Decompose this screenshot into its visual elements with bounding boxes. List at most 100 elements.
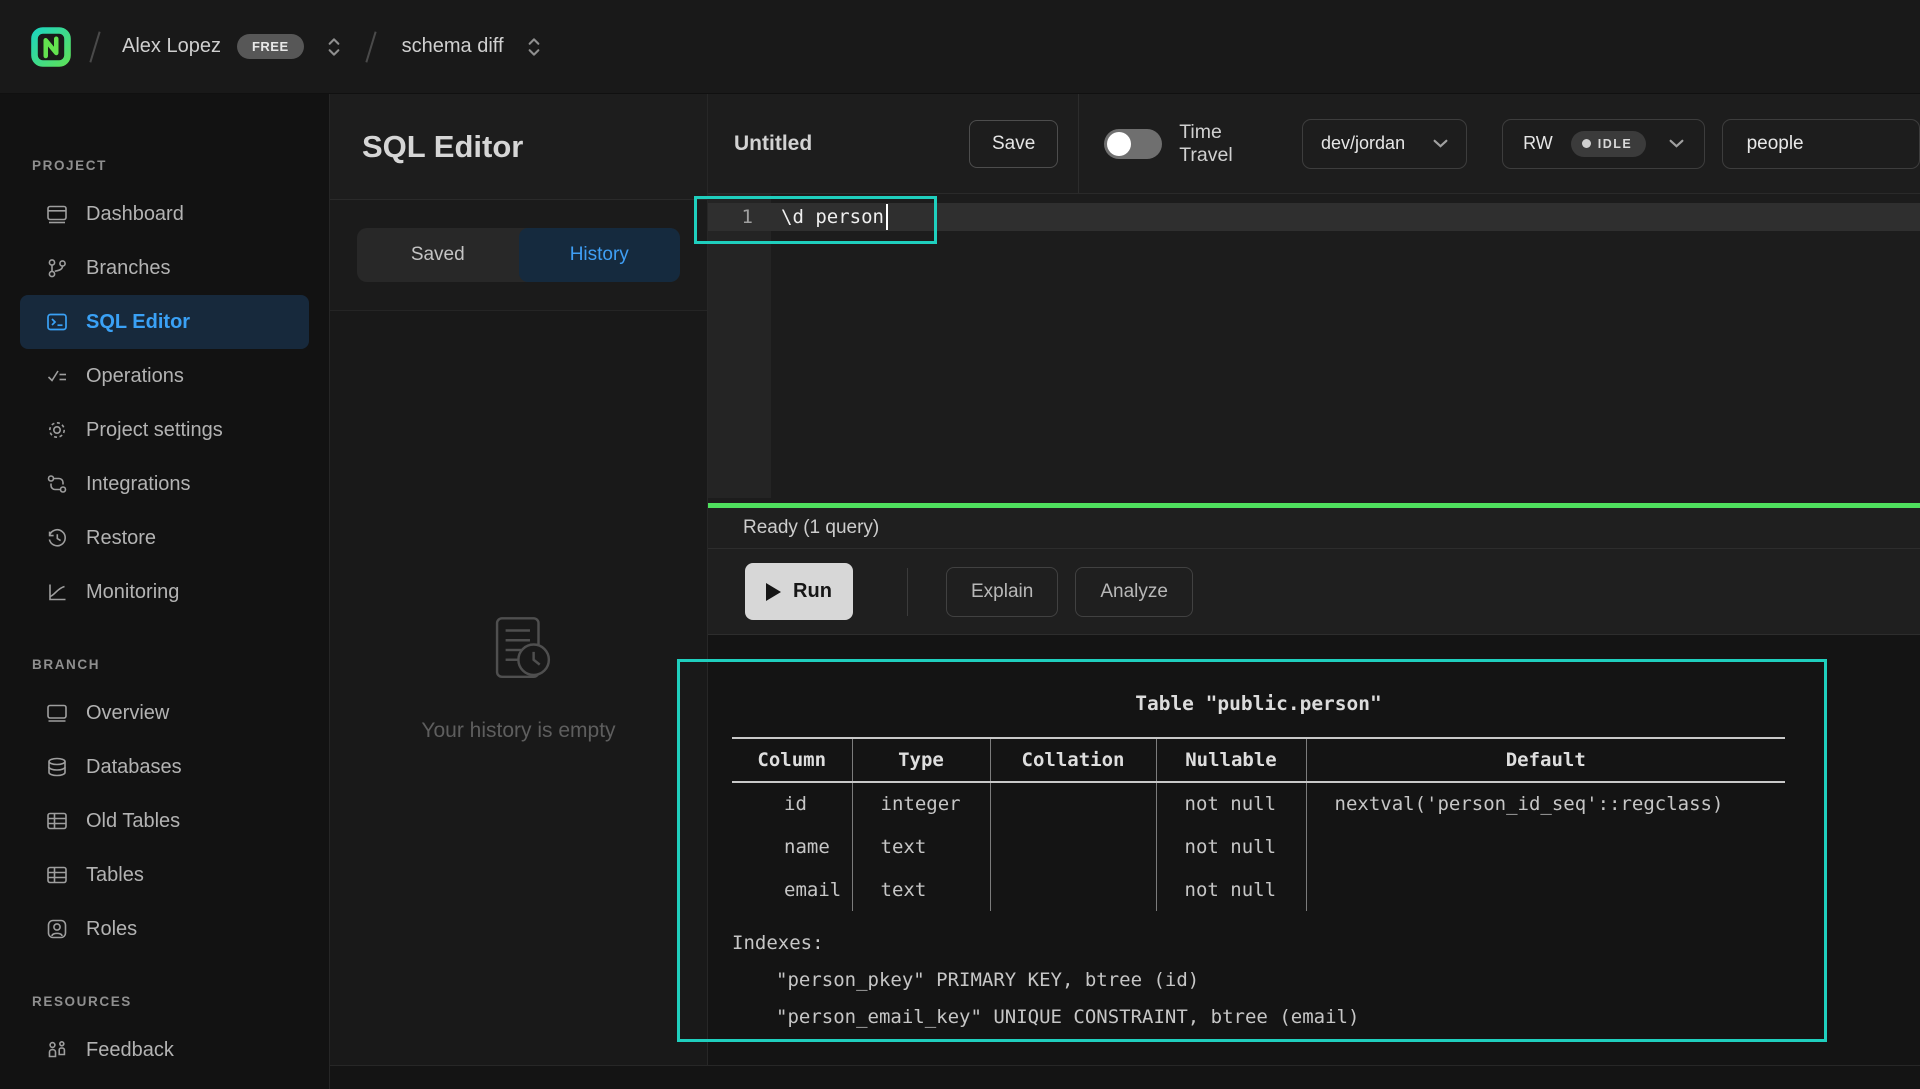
cell [990, 868, 1156, 911]
compute-select-label: RW [1523, 133, 1553, 154]
account-switcher-chevron-icon[interactable] [326, 35, 342, 59]
save-button[interactable]: Save [969, 120, 1058, 168]
sidebar-item-label: Dashboard [86, 203, 184, 226]
sidebar-item-project-settings[interactable]: Project settings [0, 403, 329, 457]
column-header: Nullable [1156, 738, 1306, 782]
breadcrumb-project[interactable]: schema diff [402, 35, 504, 58]
breadcrumb-account[interactable]: Alex Lopez [122, 35, 221, 58]
text-cursor [886, 204, 888, 230]
sidebar-item-label: Integrations [86, 473, 191, 496]
explain-button[interactable]: Explain [946, 567, 1058, 617]
cell: not null [1156, 782, 1306, 825]
sidebar-item-old-tables[interactable]: Old Tables [0, 794, 329, 848]
result-table: Column Type Collation Nullable Default i… [732, 737, 1785, 911]
branch-select[interactable]: dev/jordan [1302, 119, 1467, 169]
cell: text [852, 825, 990, 868]
sidebar-item-sql-editor[interactable]: SQL Editor [20, 295, 309, 349]
index-entry: "person_email_key" UNIQUE CONSTRAINT, bt… [732, 999, 1785, 1036]
tabs-wrap: Saved History [330, 200, 707, 311]
sidebar-item-label: Feedback [86, 1039, 174, 1062]
sidebar-item-label: Branches [86, 257, 171, 280]
editor-active-line [708, 203, 1920, 231]
monitoring-icon [45, 580, 69, 604]
sidebar-item-restore[interactable]: Restore [0, 511, 329, 565]
cell: nextval('person_id_seq'::regclass) [1306, 782, 1785, 825]
sidebar-item-label: Operations [86, 365, 184, 388]
branches-icon [45, 256, 69, 280]
cell [1306, 868, 1785, 911]
cell [1306, 825, 1785, 868]
sidebar-item-operations[interactable]: Operations [0, 349, 329, 403]
neon-logo-icon[interactable] [30, 24, 72, 70]
status-dot-icon [1582, 139, 1591, 148]
actions-divider [907, 568, 908, 616]
editor-gutter [708, 194, 771, 498]
sidebar-item-label: Tables [86, 864, 144, 887]
sidebar-item-tables[interactable]: Tables [0, 848, 329, 902]
query-workspace: Untitled Save Time Travel dev/jordan RW … [707, 94, 1920, 1089]
query-actions: Run Explain Analyze [708, 548, 1920, 635]
chevron-down-icon [1433, 139, 1448, 148]
history-empty-icon [480, 611, 558, 689]
page-title: SQL Editor [362, 129, 523, 165]
cell [990, 782, 1156, 825]
gear-icon [45, 418, 69, 442]
index-entry: "person_pkey" PRIMARY KEY, btree (id) [732, 962, 1785, 999]
time-travel-toggle[interactable] [1104, 129, 1162, 159]
results-output: Table "public.person" Column Type Collat… [732, 692, 1785, 1036]
sidebar-section-branch: BRANCH [32, 657, 329, 672]
chevron-down-icon [1669, 139, 1684, 148]
branch-select-value: dev/jordan [1321, 133, 1405, 154]
sidebar-item-label: SQL Editor [86, 311, 190, 334]
toggle-knob [1107, 132, 1131, 156]
plan-badge: FREE [237, 34, 304, 59]
table-icon [45, 809, 69, 833]
cell: id [732, 782, 852, 825]
cell: integer [852, 782, 990, 825]
cell: text [852, 868, 990, 911]
sidebar-item-monitoring[interactable]: Monitoring [0, 565, 329, 619]
sidebar-section-resources: RESOURCES [32, 994, 329, 1009]
column-header: Type [852, 738, 990, 782]
sidebar-item-label: Overview [86, 702, 169, 725]
saved-history-tab-group: Saved History [357, 228, 680, 282]
project-switcher-chevron-icon[interactable] [526, 35, 542, 59]
database-select-value: people [1747, 133, 1804, 155]
cell: email [732, 868, 852, 911]
cell: name [732, 825, 852, 868]
history-list: Your history is empty [330, 311, 707, 1089]
history-empty-state: Your history is empty [330, 611, 707, 743]
sidebar-item-label: Databases [86, 756, 182, 779]
sidebar-item-roles[interactable]: Roles [0, 902, 329, 956]
sidebar-item-overview[interactable]: Overview [0, 686, 329, 740]
analyze-button[interactable]: Analyze [1075, 567, 1193, 617]
sidebar-item-databases[interactable]: Databases [0, 740, 329, 794]
sidebar-item-branches[interactable]: Branches [0, 241, 329, 295]
tab-saved[interactable]: Saved [357, 228, 519, 282]
tab-history[interactable]: History [519, 228, 681, 282]
indexes-label: Indexes: [732, 925, 1785, 962]
database-icon [45, 755, 69, 779]
database-select[interactable]: people [1722, 119, 1920, 169]
sidebar-item-label: Monitoring [86, 581, 179, 604]
integrations-icon [45, 472, 69, 496]
dashboard-icon [45, 202, 69, 226]
compute-select[interactable]: RW IDLE [1502, 119, 1704, 169]
sidebar-item-label: Old Tables [86, 810, 180, 833]
sidebar-item-dashboard[interactable]: Dashboard [0, 187, 329, 241]
table-row: id integer not null nextval('person_id_s… [732, 782, 1785, 825]
compute-status-badge: IDLE [1571, 131, 1646, 157]
sidebar-item-feedback[interactable]: Feedback [0, 1023, 329, 1077]
run-button[interactable]: Run [745, 563, 853, 620]
operations-icon [45, 364, 69, 388]
sidebar-section-project: PROJECT [32, 158, 329, 173]
query-doc-title[interactable]: Untitled [734, 132, 824, 156]
sidebar-item-integrations[interactable]: Integrations [0, 457, 329, 511]
compute-status-text: IDLE [1598, 137, 1632, 151]
roles-icon [45, 917, 69, 941]
code-editor[interactable]: 1 \d person [708, 194, 1920, 503]
code-line[interactable]: \d person [781, 203, 888, 231]
line-number: 1 [708, 203, 771, 231]
sidebar-item-label: Restore [86, 527, 156, 550]
sql-editor-header: SQL Editor [330, 94, 707, 200]
